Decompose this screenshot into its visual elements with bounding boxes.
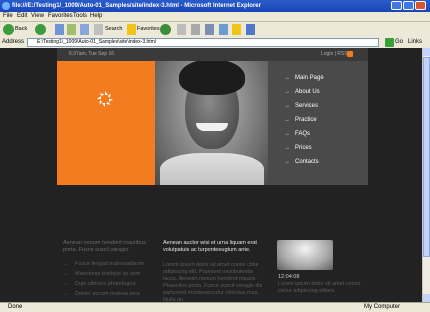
nav-label: FAQs xyxy=(295,131,311,137)
nav-item-services[interactable]: → Services xyxy=(284,101,364,111)
favorites-label[interactable]: Favorites xyxy=(137,26,160,32)
maximize-button[interactable] xyxy=(403,1,414,10)
globe-image xyxy=(277,240,333,270)
favorites-icon[interactable] xyxy=(127,24,136,35)
arrow-right-icon: → xyxy=(284,103,290,109)
close-button[interactable] xyxy=(415,1,426,10)
address-input[interactable]: E:\Testing1\_1009\Auto-01_Samples\site\i… xyxy=(27,38,379,47)
search-icon[interactable] xyxy=(94,24,103,35)
go-button[interactable]: Go xyxy=(395,39,403,45)
nav-item-faqs[interactable]: → FAQs xyxy=(284,129,364,139)
arrow-right-icon: → xyxy=(63,271,69,277)
home-icon[interactable] xyxy=(80,24,89,35)
menu-favorites[interactable]: Favorites xyxy=(48,13,73,20)
photo-shirt xyxy=(160,153,264,185)
nav-item-about-us[interactable]: → About Us xyxy=(284,87,364,97)
photo-smile xyxy=(196,123,228,131)
messenger-icon[interactable] xyxy=(219,24,228,35)
nav-label: Services xyxy=(295,103,319,109)
media-icon[interactable] xyxy=(160,24,171,35)
news-body: Lorem ipsum dolor sit amet conse ctetur … xyxy=(278,281,361,294)
security-zone: My Computer xyxy=(364,304,401,310)
arrow-right-icon: → xyxy=(284,159,290,165)
arrow-right-icon: → xyxy=(63,261,69,267)
main-nav: → Main Page → About Us → Services → Prac… xyxy=(268,61,368,185)
go-icon[interactable] xyxy=(385,38,394,47)
stop-icon[interactable] xyxy=(55,24,64,35)
menu-view[interactable]: View xyxy=(31,13,44,20)
arrow-right-icon: → xyxy=(284,145,290,151)
nav-label: Main Page xyxy=(295,75,324,81)
list-item-label: Duis ultricies pharetagna xyxy=(75,281,136,287)
login-rss-links[interactable]: Login | RSS xyxy=(321,51,348,57)
page-viewport: 6:37am, Tue Sep 16 Login | RSS → Main Pa… xyxy=(0,48,422,302)
print-icon[interactable] xyxy=(191,24,200,35)
window-titlebar: file:///E:/Testing1/_1009/Auto-01_Sample… xyxy=(0,0,430,12)
scroll-down-button[interactable] xyxy=(423,294,430,302)
refresh-icon[interactable] xyxy=(67,24,76,35)
nav-label: Practice xyxy=(295,117,317,123)
scroll-up-button[interactable] xyxy=(423,48,430,56)
nav-item-main-page[interactable]: → Main Page xyxy=(284,73,364,83)
status-bar: Done My Computer xyxy=(0,302,430,312)
back-label[interactable]: Back xyxy=(15,26,27,32)
scroll-thumb[interactable] xyxy=(423,57,430,257)
folder-icon[interactable] xyxy=(232,24,241,35)
site-date: 6:37am, Tue Sep 16 xyxy=(69,51,115,57)
word-icon[interactable] xyxy=(246,24,255,35)
status-text: Done xyxy=(8,304,23,310)
nav-label: About Us xyxy=(295,89,320,95)
arrow-right-icon: → xyxy=(284,89,290,95)
logo-icon[interactable] xyxy=(96,90,114,108)
links-button[interactable]: Links xyxy=(408,39,422,45)
photo-hair xyxy=(179,61,245,95)
menu-help[interactable]: Help xyxy=(90,13,102,20)
nav-item-practice[interactable]: → Practice xyxy=(284,115,364,125)
news-time: 12:04:08 xyxy=(278,274,300,280)
nav-label: Prices xyxy=(295,145,312,151)
mail-icon[interactable] xyxy=(177,24,186,35)
arrow-right-icon: → xyxy=(63,291,69,297)
ie-icon xyxy=(2,2,10,10)
back-icon[interactable] xyxy=(3,24,14,35)
list-item-label: Donec accum malesa orce xyxy=(75,291,141,297)
list-item[interactable]: → Maecenas tristique ac sem xyxy=(63,270,153,279)
nav-label: Contacts xyxy=(295,159,319,165)
arrow-right-icon: → xyxy=(63,281,69,287)
list-item[interactable]: → Fusce feugiat malesuadaum xyxy=(63,260,153,269)
links-intro: Aenean nonum hendent mauribus porta. Fus… xyxy=(63,240,146,253)
window-title: file:///E:/Testing1/_1009/Auto-01_Sample… xyxy=(12,3,261,9)
toolbar: Back Search Favorites xyxy=(0,22,430,38)
menu-tools[interactable]: Tools xyxy=(73,13,87,20)
forward-icon[interactable] xyxy=(35,24,46,35)
hero-photo xyxy=(155,61,268,185)
arrow-right-icon: → xyxy=(284,131,290,137)
menu-edit[interactable]: Edit xyxy=(17,13,27,20)
edit-icon[interactable] xyxy=(205,24,214,35)
vertical-scrollbar[interactable] xyxy=(422,48,430,302)
article-body: Lorem ipsum dolor sit amet conse ctitur … xyxy=(163,262,263,302)
nav-item-prices[interactable]: → Prices xyxy=(284,143,364,153)
article-heading: Aenean auctor wisi et urna liquam erat v… xyxy=(163,240,257,253)
nav-item-contacts[interactable]: → Contacts xyxy=(284,157,364,167)
rss-icon[interactable] xyxy=(347,51,353,57)
site-topbar: 6:37am, Tue Sep 16 Login | RSS xyxy=(57,48,368,61)
search-label[interactable]: Search xyxy=(105,26,122,32)
list-item-label: Fusce feugiat malesuadaum xyxy=(75,261,145,267)
menu-file[interactable]: File xyxy=(3,13,13,20)
list-item[interactable]: → Donec accum malesa orce xyxy=(63,290,153,299)
minimize-button[interactable] xyxy=(391,1,402,10)
menu-bar: File Edit View Favorites Tools Help xyxy=(0,12,430,22)
logo-panel xyxy=(57,61,155,185)
list-item-label: Maecenas tristique ac sem xyxy=(75,271,141,277)
address-label: Address xyxy=(2,39,25,45)
arrow-right-icon: → xyxy=(284,117,290,123)
arrow-right-icon: → xyxy=(284,75,290,81)
list-item[interactable]: → Duis ultricies pharetagna xyxy=(63,280,153,289)
